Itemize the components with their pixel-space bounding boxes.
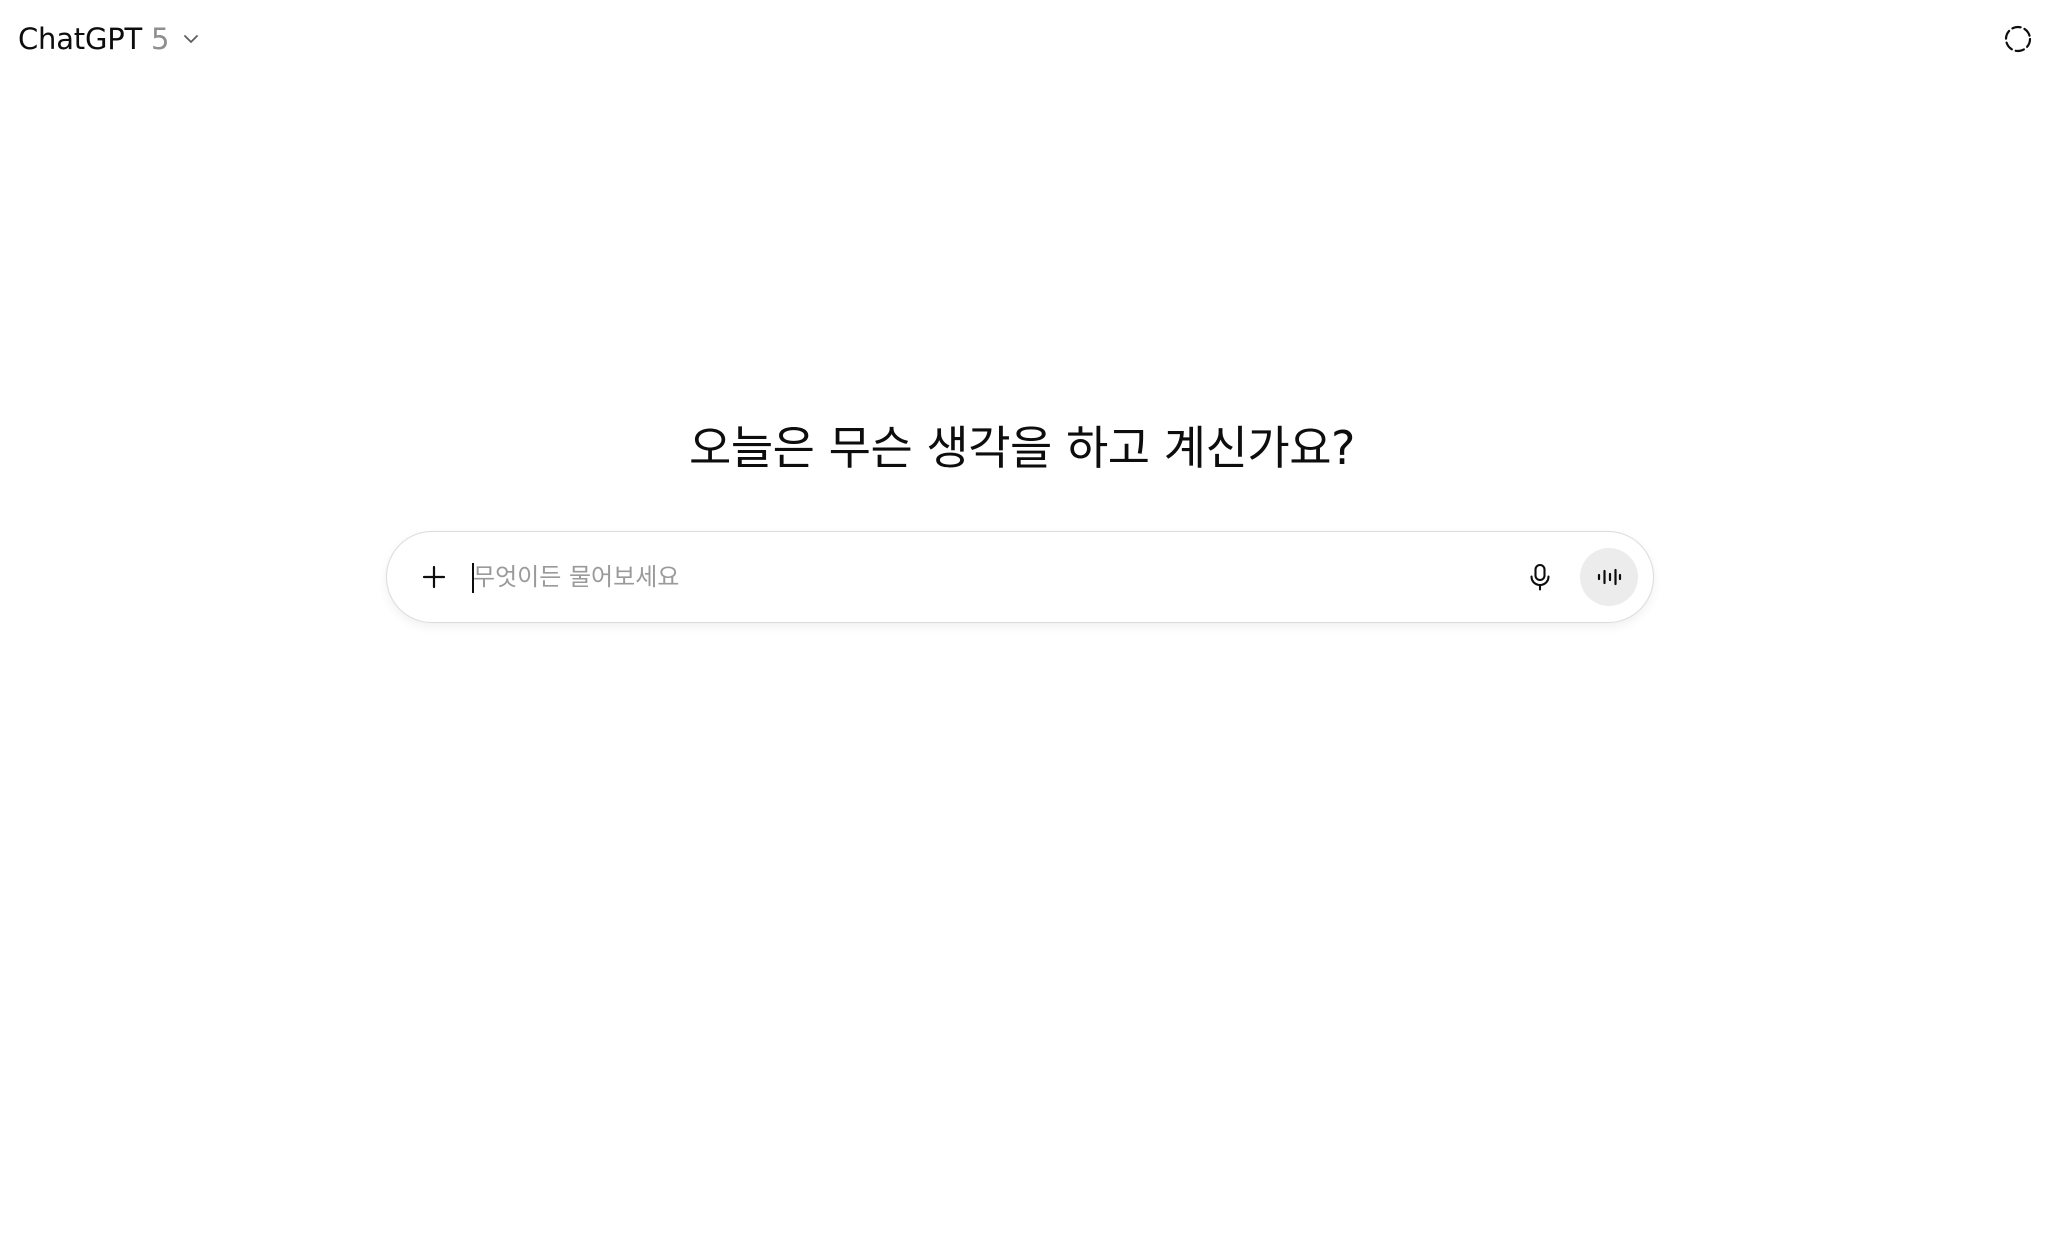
model-selector-button[interactable]: ChatGPT 5	[8, 14, 211, 64]
temporary-chat-button[interactable]	[1988, 12, 2048, 66]
text-caret	[472, 563, 474, 593]
prompt-composer	[386, 531, 1654, 623]
chat-app: ChatGPT 5 오늘은 무슨 생각을 하고 계신가요?	[0, 0, 2048, 1258]
greeting-heading: 오늘은 무슨 생각을 하고 계신가요?	[689, 421, 1355, 475]
microphone-icon	[1526, 562, 1554, 592]
prompt-input[interactable]	[471, 554, 1493, 600]
voice-mode-button[interactable]	[1580, 548, 1638, 606]
add-attachment-button[interactable]	[411, 554, 457, 600]
model-version: 5	[151, 22, 170, 56]
sound-wave-icon	[1596, 566, 1622, 588]
chevron-down-icon	[181, 29, 201, 49]
dashed-circle-icon	[2002, 23, 2034, 55]
plus-icon	[420, 563, 448, 591]
dictate-button[interactable]	[1517, 554, 1563, 600]
model-name: ChatGPT	[18, 22, 143, 56]
